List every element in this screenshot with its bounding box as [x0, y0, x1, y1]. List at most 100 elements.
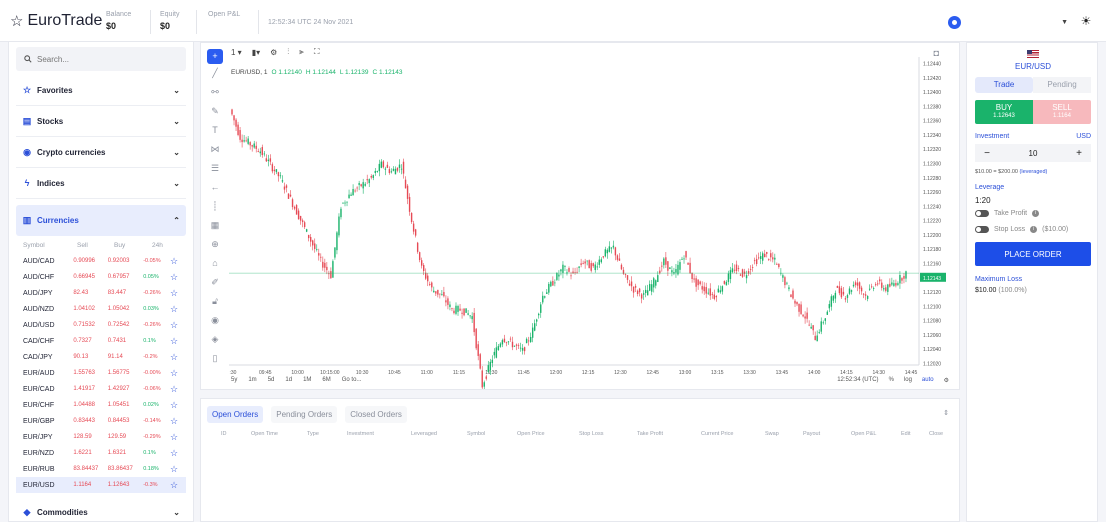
candle-body [788, 287, 790, 290]
time-tick-label: 10:45 [388, 370, 401, 376]
account-dropdown[interactable]: ▼ [948, 13, 1068, 31]
range-button[interactable]: 1M [303, 377, 311, 383]
candle-body [453, 310, 455, 314]
candle-body [866, 295, 869, 299]
market-row[interactable]: CAD/CHF 0.7327 0.7431 0.1% ☆ [16, 333, 186, 349]
market-row[interactable]: AUD/USD 0.71532 0.72542 -0.26% ☆ [16, 317, 186, 333]
candle-body [523, 347, 526, 352]
favorite-star-icon[interactable]: ☆ [167, 320, 178, 331]
log-toggle[interactable]: log [904, 377, 912, 384]
candle-body [864, 294, 867, 296]
favorite-star-icon[interactable]: ☆ [167, 400, 178, 411]
category-favorites[interactable]: ☆ Favorites ⌄ [16, 75, 186, 106]
favorite-star-icon[interactable]: ☆ [167, 448, 178, 459]
candle-body [427, 275, 429, 282]
search-box[interactable] [16, 47, 186, 71]
category-commodities[interactable]: ◆ Commodities ⌄ [16, 497, 186, 522]
market-row[interactable]: EUR/GBP 0.83443 0.84453 -0.14% ☆ [16, 413, 186, 429]
tab-trade[interactable]: Trade [975, 77, 1033, 93]
category-stocks[interactable]: ▤ Stocks ⌄ [16, 106, 186, 137]
tab-open-orders[interactable]: Open Orders [207, 406, 264, 423]
range-button[interactable]: 1d [285, 377, 292, 383]
category-currencies[interactable]: ▥ Currencies ⌃ [16, 205, 186, 236]
sell-button[interactable]: SELL 1.1164 [1033, 100, 1091, 124]
info-icon[interactable]: i [1030, 226, 1038, 233]
candle-body [267, 159, 270, 162]
chart-settings-icon[interactable]: ⚙ [944, 377, 949, 384]
candle-body [386, 164, 389, 168]
search-input[interactable] [37, 54, 177, 64]
candle-body [766, 252, 768, 254]
range-button[interactable]: Go to... [342, 377, 362, 383]
percent-toggle[interactable]: % [889, 377, 894, 384]
favorite-star-icon[interactable]: ☆ [167, 368, 178, 379]
take-profit-toggle[interactable] [975, 210, 989, 217]
logo[interactable]: ☆ EuroTrade [10, 12, 102, 30]
candle-body [388, 169, 391, 174]
market-row[interactable]: EUR/CHF 1.04488 1.05451 0.02% ☆ [16, 397, 186, 413]
market-row[interactable]: AUD/CHF 0.66945 0.67957 0.05% ☆ [16, 269, 186, 285]
stop-loss-label: Stop Loss [994, 226, 1026, 233]
range-button[interactable]: 1m [248, 377, 256, 383]
market-row[interactable]: AUD/NZD 1.04102 1.05042 0.03% ☆ [16, 301, 186, 317]
candle-body [870, 286, 873, 288]
favorite-star-icon[interactable]: ☆ [167, 272, 178, 283]
favorite-star-icon[interactable]: ☆ [167, 416, 178, 427]
market-row[interactable]: EUR/JPY 128.59 129.59 -0.29% ☆ [16, 429, 186, 445]
buy-label: BUY [995, 103, 1013, 112]
favorite-star-icon[interactable]: ☆ [167, 384, 178, 395]
candle-body [342, 202, 344, 204]
stop-loss-toggle[interactable] [975, 226, 989, 233]
price-tick-label: 1.12340 [923, 133, 941, 139]
tab-closed-orders[interactable]: Closed Orders [345, 406, 407, 423]
candle-body [324, 262, 326, 268]
favorite-star-icon[interactable]: ☆ [167, 464, 178, 475]
candle-body [820, 321, 822, 332]
candle-body [905, 271, 907, 279]
candle-body [576, 271, 578, 273]
market-buy: 1.6321 [107, 450, 127, 456]
market-change: -0.06% [143, 386, 161, 392]
candle-body [655, 280, 657, 286]
market-row[interactable]: AUD/JPY 82.43 83.447 -0.26% ☆ [16, 285, 186, 301]
candle-body [592, 263, 594, 267]
market-row[interactable]: EUR/AUD 1.55763 1.56775 -0.00% ☆ [16, 365, 186, 381]
candle-body [372, 175, 374, 178]
decrement-button[interactable]: − [981, 148, 993, 159]
favorite-star-icon[interactable]: ☆ [167, 256, 178, 267]
chevron-down-icon: ⌄ [173, 116, 180, 126]
favorite-star-icon[interactable]: ☆ [167, 480, 178, 491]
favorite-star-icon[interactable]: ☆ [167, 352, 178, 363]
increment-button[interactable]: + [1073, 148, 1085, 159]
favorite-star-icon[interactable]: ☆ [167, 304, 178, 315]
market-symbol: EUR/AUD [23, 369, 55, 377]
category-crypto[interactable]: ◉ Crypto currencies ⌄ [16, 137, 186, 168]
place-order-button[interactable]: PLACE ORDER [975, 242, 1091, 266]
buy-button[interactable]: BUY 1.12643 [975, 100, 1033, 124]
time-tick-label: 11:00 [421, 370, 433, 376]
market-row[interactable]: EUR/USD 1.1164 1.12643 -0.3% ☆ [16, 477, 186, 493]
category-indices[interactable]: ϟ Indices ⌄ [16, 168, 186, 199]
candle-body [836, 286, 839, 288]
auto-toggle[interactable]: auto [922, 377, 934, 384]
info-icon[interactable]: i [1032, 210, 1040, 217]
range-button[interactable]: 5y [231, 377, 237, 383]
favorite-star-icon[interactable]: ☆ [167, 432, 178, 443]
market-row[interactable]: CAD/JPY 90.13 91.14 -0.2% ☆ [16, 349, 186, 365]
range-button[interactable]: 6M [322, 377, 330, 383]
favorite-star-icon[interactable]: ☆ [167, 288, 178, 299]
tab-pending[interactable]: Pending [1033, 77, 1091, 93]
market-row[interactable]: EUR/CAD 1.41917 1.42927 -0.06% ☆ [16, 381, 186, 397]
market-row[interactable]: AUD/CAD 0.90996 0.92003 -0.05% ☆ [16, 253, 186, 269]
sort-icon[interactable]: ⇕ [943, 409, 949, 417]
candle-body [469, 315, 471, 317]
tab-pending-orders[interactable]: Pending Orders [271, 406, 338, 423]
candlestick-chart[interactable]: 1.12440 1.12420 1.12400 1.12380 1.12360 1.123… [201, 43, 959, 389]
theme-toggle-sun-icon[interactable]: ☀ [1079, 14, 1093, 28]
range-button[interactable]: 5d [268, 377, 275, 383]
investment-value[interactable]: 10 [1029, 149, 1038, 158]
market-row[interactable]: EUR/NZD 1.6221 1.6321 0.1% ☆ [16, 445, 186, 461]
favorite-star-icon[interactable]: ☆ [167, 336, 178, 347]
candle-body [338, 216, 340, 236]
market-row[interactable]: EUR/RUB 83.84437 83.86437 0.18% ☆ [16, 461, 186, 477]
